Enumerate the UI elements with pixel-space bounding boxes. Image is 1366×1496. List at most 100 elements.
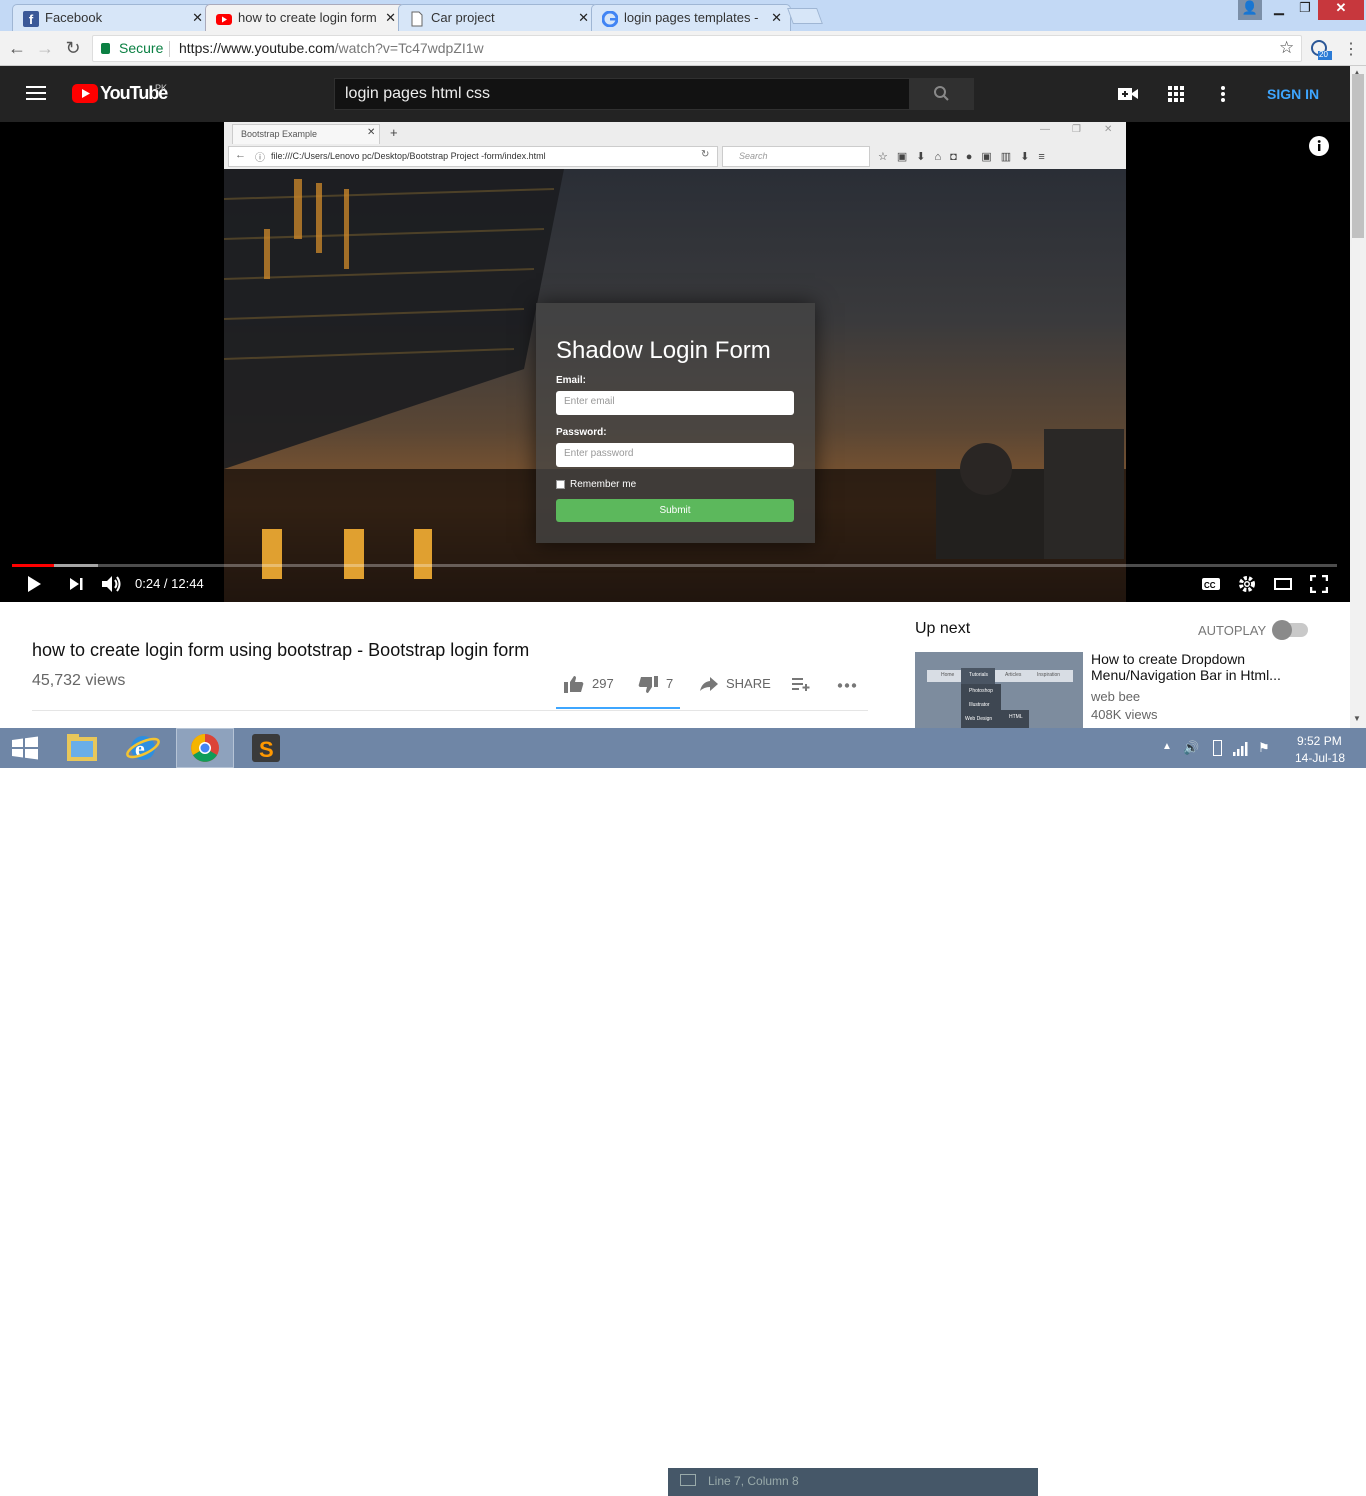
chrome-menu-icon[interactable]: ⋮	[1343, 39, 1359, 59]
sublime-text-icon[interactable]: S	[238, 728, 296, 768]
lock-icon	[101, 43, 110, 54]
new-tab-button[interactable]	[787, 8, 823, 24]
thumb-menu-tutorials: Tutorials	[969, 672, 988, 678]
close-window-button[interactable]: ✕	[1318, 0, 1364, 20]
google-icon	[602, 11, 618, 27]
start-button[interactable]	[0, 728, 58, 768]
volume-tray-icon[interactable]: 🔊	[1183, 740, 1199, 756]
youtube-icon	[216, 11, 232, 27]
settings-gear-icon[interactable]	[1238, 575, 1256, 593]
inner-browser-chrome: Bootstrap Example ✕ + — ❐ ✕ ← ⓘ file:///…	[224, 122, 1126, 169]
thumb-menu-inspiration: Inspiration	[1037, 672, 1061, 678]
extension-icon[interactable]: 20	[1310, 39, 1332, 61]
progress-bar[interactable]	[12, 564, 1337, 567]
signal-icon[interactable]	[1233, 740, 1249, 756]
youtube-logo[interactable]	[72, 84, 98, 103]
tab-facebook[interactable]: f Facebook ✕	[12, 4, 212, 31]
reload-icon[interactable]: ↻	[64, 39, 82, 57]
divider	[32, 710, 868, 711]
password-field: Enter password	[556, 443, 794, 467]
search-input[interactable]: login pages html css	[334, 78, 910, 110]
thumb-sub-webdesign: Web Design	[965, 716, 993, 722]
search-button[interactable]	[909, 78, 974, 110]
minimize-button[interactable]: ▁	[1266, 0, 1292, 20]
sentiment-bar	[556, 707, 680, 709]
editor-status-bar: Line 7, Column 8	[668, 1468, 1038, 1496]
remember-label: Remember me	[570, 479, 637, 490]
player-controls: 0:24 / 12:44 CC	[0, 552, 1350, 602]
scroll-down-icon[interactable]: ▼	[1353, 714, 1361, 723]
action-center-flag-icon[interactable]: ⚑	[1258, 740, 1270, 756]
inner-back-icon: ←	[235, 149, 246, 161]
omnibox[interactable]: Secure https://www.youtube.com/watch?v=T…	[92, 35, 1302, 62]
like-count: 297	[592, 676, 614, 691]
more-options-icon[interactable]	[1220, 86, 1226, 102]
played-bar	[12, 564, 55, 567]
inner-search-box: Search	[722, 146, 870, 167]
browser-tab-strip: f Facebook ✕ how to create login form ✕ …	[0, 0, 1366, 32]
captions-icon[interactable]: CC	[1201, 576, 1221, 592]
apps-grid-icon[interactable]	[1168, 86, 1184, 102]
close-tab-icon[interactable]: ✕	[385, 10, 396, 26]
hamburger-menu-icon[interactable]	[26, 86, 46, 102]
forward-icon[interactable]: →	[36, 39, 54, 57]
tray-expand-icon[interactable]: ▲	[1162, 741, 1172, 752]
inner-info-icon: ⓘ	[255, 153, 265, 164]
share-icon[interactable]	[700, 677, 718, 691]
next-icon[interactable]	[68, 576, 84, 592]
tab-title: Car project	[431, 10, 495, 25]
document-icon	[409, 11, 425, 27]
tab-car-project[interactable]: Car project ✕	[398, 4, 598, 31]
inner-url-bar: ← ⓘ file:///C:/Users/Lenovo pc/Desktop/B…	[228, 146, 718, 167]
tab-youtube[interactable]: how to create login form ✕	[205, 4, 405, 32]
chrome-taskbar-icon[interactable]	[176, 728, 234, 768]
facebook-icon: f	[23, 11, 39, 27]
file-explorer-icon[interactable]	[54, 728, 112, 768]
inner-minimize-icon: —	[1040, 124, 1050, 135]
tab-title: how to create login form	[238, 10, 376, 25]
up-next-title[interactable]: How to create Dropdown Menu/Navigation B…	[1091, 651, 1341, 683]
thumbs-up-icon[interactable]	[564, 675, 584, 693]
tab-google[interactable]: login pages templates - G ✕	[591, 4, 791, 31]
inner-reload-icon: ↻	[701, 149, 710, 160]
clock-time[interactable]: 9:52 PM	[1297, 734, 1342, 748]
close-tab-icon[interactable]: ✕	[578, 10, 589, 26]
up-next-thumbnail[interactable]: Home Tutorials Articles Inspiration Phot…	[915, 652, 1083, 728]
internet-explorer-icon[interactable]: e	[114, 728, 172, 768]
inner-close-icon: ✕	[367, 127, 376, 138]
add-to-playlist-icon[interactable]	[792, 677, 810, 691]
tab-title: login pages templates - G	[624, 10, 762, 25]
autoplay-toggle[interactable]	[1272, 620, 1308, 640]
sign-in-button[interactable]: SIGN IN	[1267, 86, 1319, 102]
profile-icon[interactable]: 👤	[1238, 0, 1262, 20]
inner-window-close-icon: ✕	[1104, 124, 1113, 135]
create-video-icon[interactable]	[1118, 86, 1138, 102]
up-next-views: 408K views	[1091, 707, 1158, 722]
scrollbar-thumb[interactable]	[1352, 74, 1364, 238]
play-icon[interactable]	[26, 575, 42, 593]
dislike-count: 7	[666, 676, 674, 691]
thumbs-down-icon[interactable]	[638, 676, 658, 694]
buffer-bar	[54, 564, 99, 567]
restore-button[interactable]: ❐	[1292, 0, 1318, 20]
tab-title: Facebook	[45, 10, 103, 25]
close-tab-icon[interactable]: ✕	[192, 10, 203, 26]
more-actions-icon[interactable]	[837, 683, 857, 688]
up-next-channel[interactable]: web bee	[1091, 689, 1140, 704]
battery-icon[interactable]	[1213, 740, 1222, 756]
theater-mode-icon[interactable]	[1274, 577, 1292, 591]
autoplay-toggle-knob	[1272, 620, 1292, 640]
back-icon[interactable]: ←	[8, 39, 26, 57]
thumb-subdropdown: HTML	[1001, 710, 1029, 728]
volume-icon[interactable]	[101, 574, 123, 594]
clock-date[interactable]: 14-Jul-18	[1295, 751, 1345, 765]
info-icon[interactable]	[1309, 136, 1329, 156]
close-tab-icon[interactable]: ✕	[771, 10, 782, 26]
login-form-card: Shadow Login Form Email: Enter email Pas…	[536, 303, 815, 543]
fullscreen-icon[interactable]	[1310, 575, 1328, 593]
bookmark-star-icon[interactable]: ☆	[1279, 35, 1294, 60]
video-player[interactable]: Bootstrap Example ✕ + — ❐ ✕ ← ⓘ file:///…	[0, 122, 1350, 602]
email-label: Email:	[556, 375, 587, 386]
share-button[interactable]: SHARE	[726, 676, 771, 691]
page-scrollbar[interactable]: ▲ ▼	[1350, 66, 1366, 728]
